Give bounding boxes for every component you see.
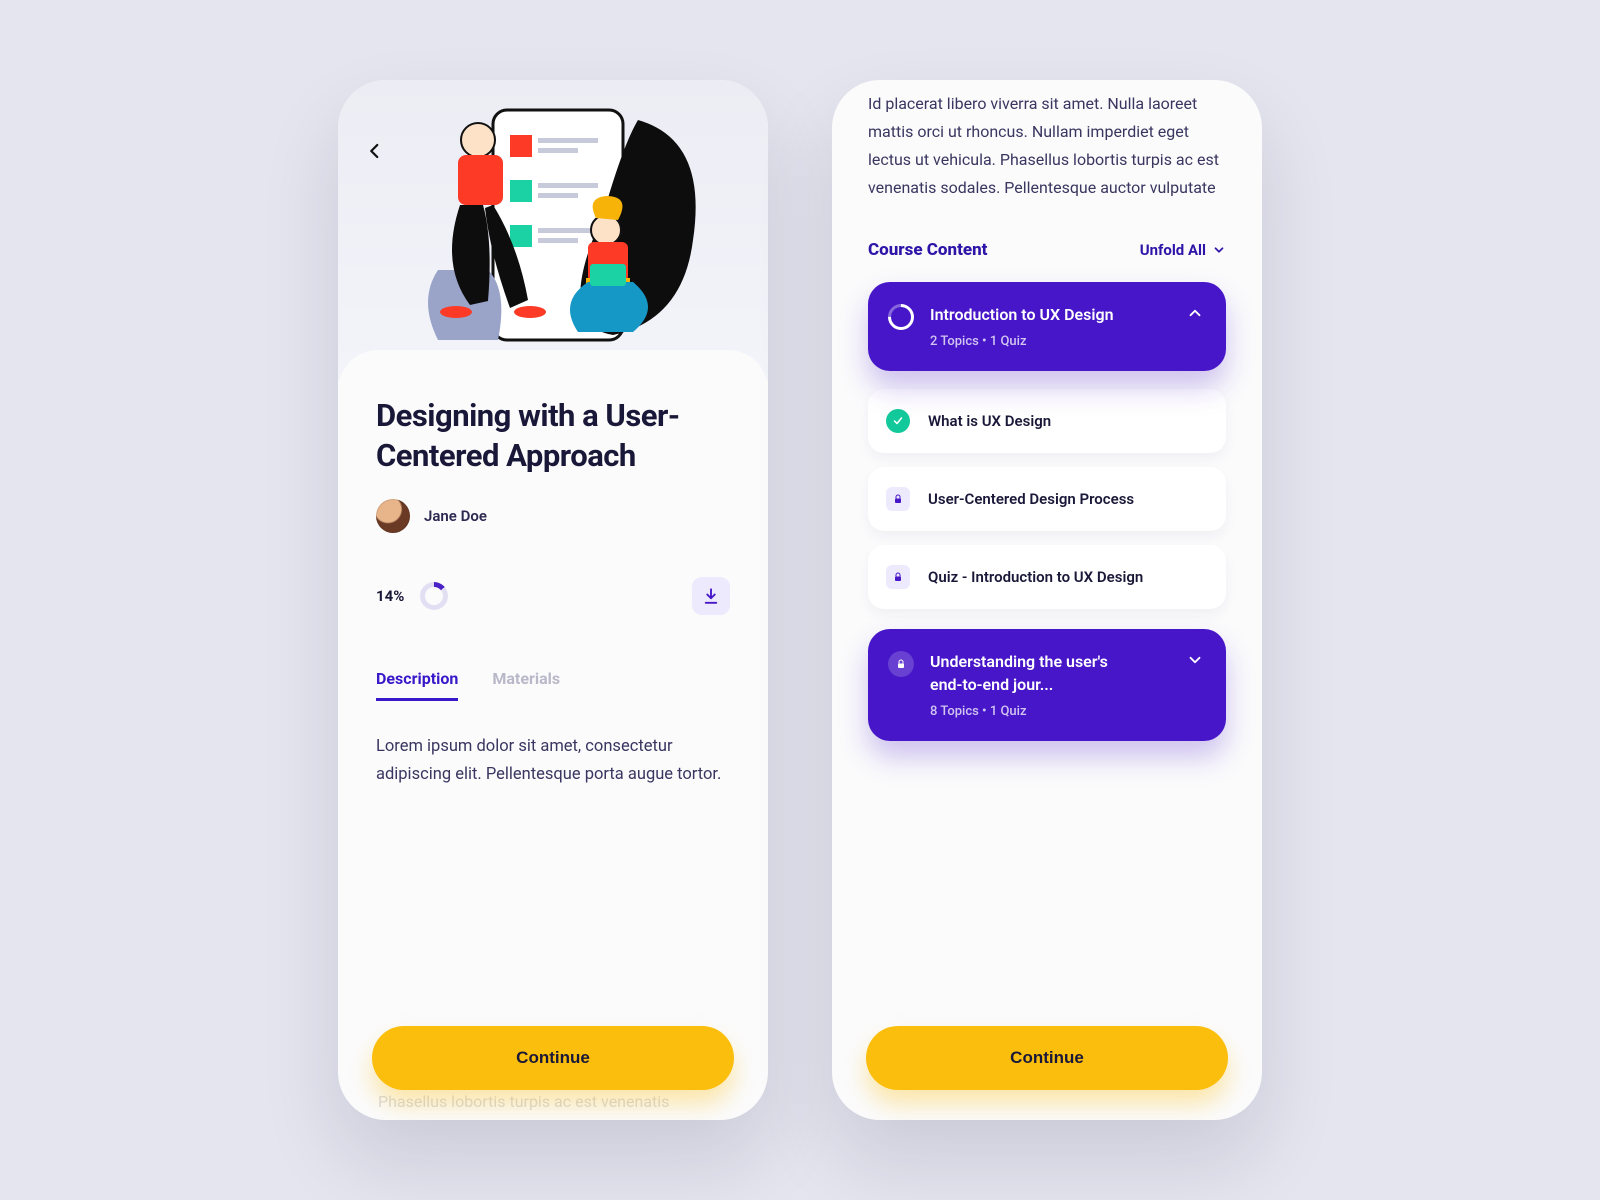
topic-label: What is UX Design (928, 412, 1051, 430)
continue-button[interactable]: Continue (866, 1026, 1228, 1090)
progress-percent: 14% (376, 587, 404, 605)
chevron-up-icon (1186, 304, 1204, 322)
author-row[interactable]: Jane Doe (376, 499, 730, 533)
topic-what-is-ux[interactable]: What is UX Design (868, 389, 1226, 453)
course-content-header: Course Content Unfold All (868, 240, 1226, 260)
progress-ring-icon (883, 299, 920, 336)
progress-row: 14% (376, 577, 730, 615)
download-icon (702, 587, 720, 605)
course-card: Designing with a User-Centered Approach … (338, 350, 768, 790)
topic-label: Quiz - Introduction to UX Design (928, 568, 1143, 586)
section-title: Understanding the user's end-to-end jour… (930, 651, 1130, 696)
course-illustration (338, 80, 768, 380)
lock-icon (886, 565, 910, 589)
topic-list: What is UX Design User-Centered Design P… (868, 389, 1226, 609)
section-meta: 8 Topics • 1 Quiz (930, 704, 1130, 719)
tab-description[interactable]: Description (376, 669, 458, 701)
section-understanding-user[interactable]: Understanding the user's end-to-end jour… (868, 629, 1226, 741)
unfold-all-label: Unfold All (1140, 241, 1206, 259)
topic-label: User-Centered Design Process (928, 490, 1134, 508)
chevron-down-icon (1212, 243, 1226, 257)
author-name: Jane Doe (424, 507, 487, 525)
course-content-title: Course Content (868, 240, 987, 260)
progress-ring-icon (420, 582, 448, 610)
intro-paragraph: Id placerat libero viverra sit amet. Nul… (868, 90, 1226, 202)
hero-illustration-area (338, 80, 768, 380)
phone-course-detail: Designing with a User-Centered Approach … (338, 80, 768, 1120)
section-title: Introduction to UX Design (930, 304, 1114, 326)
section-meta: 2 Topics • 1 Quiz (930, 334, 1114, 349)
topic-ucd-process[interactable]: User-Centered Design Process (868, 467, 1226, 531)
lock-icon (886, 487, 910, 511)
section-intro-ux[interactable]: Introduction to UX Design 2 Topics • 1 Q… (868, 282, 1226, 371)
check-circle-icon (886, 409, 910, 433)
continue-button[interactable]: Continue (372, 1026, 734, 1090)
phone-course-content: Id placerat libero viverra sit amet. Nul… (832, 80, 1262, 1120)
lock-icon (888, 651, 914, 677)
author-avatar (376, 499, 410, 533)
tab-materials[interactable]: Materials (492, 669, 560, 701)
chevron-down-icon (1186, 651, 1204, 669)
unfold-all-button[interactable]: Unfold All (1140, 241, 1226, 259)
tabs: Description Materials (376, 669, 730, 701)
topic-quiz-intro[interactable]: Quiz - Introduction to UX Design (868, 545, 1226, 609)
description-text: Lorem ipsum dolor sit amet, consectetur … (376, 733, 730, 791)
course-title: Designing with a User-Centered Approach (376, 396, 730, 477)
download-button[interactable] (692, 577, 730, 615)
